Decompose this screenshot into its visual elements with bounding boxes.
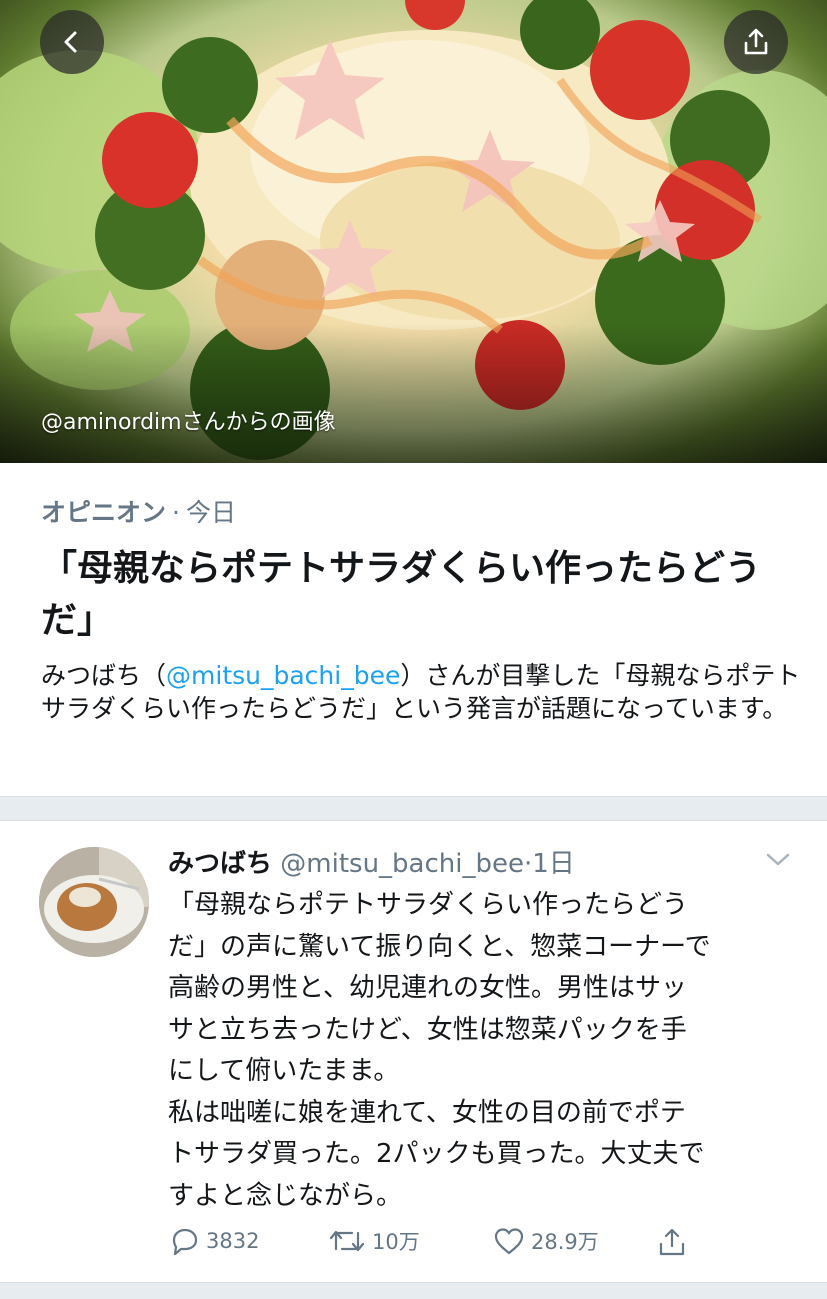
avatar-image	[39, 847, 149, 957]
article-meta: オピニオン · 今日	[41, 493, 236, 529]
image-credit: @aminordimさんからの画像	[41, 410, 336, 435]
reply-button[interactable]: 3832	[168, 1226, 259, 1256]
retweet-count: 10万	[372, 1230, 420, 1254]
tweet-timestamp[interactable]: 1日	[532, 849, 575, 879]
reply-count: 3832	[206, 1229, 260, 1253]
article-hero-image: @aminordimさんからの画像	[0, 0, 827, 463]
article-date: 今日	[185, 498, 236, 527]
tweet-display-name[interactable]: みつばち	[168, 849, 272, 879]
tweet-actions: 3832 10万 28.9万	[168, 1226, 728, 1266]
desc-text-start: みつばち（	[41, 661, 167, 690]
tweet-header: みつばち @mitsu_bachi_bee·1日	[168, 843, 575, 880]
back-button[interactable]	[40, 10, 104, 74]
image-shade	[0, 323, 827, 463]
heart-icon	[494, 1228, 524, 1255]
reply-icon	[172, 1228, 198, 1256]
article-category[interactable]: オピニオン	[41, 498, 166, 527]
moment-article[interactable]: オピニオン · 今日 「母親ならポテトサラダくらい作ったらどうだ」 みつばち（@mi…	[0, 463, 827, 796]
desc-mention-link[interactable]: @mitsu_bachi_bee	[166, 661, 400, 690]
share-icon	[744, 28, 768, 55]
tweet-card[interactable]: みつばち @mitsu_bachi_bee·1日 「母親ならポテトサラダくらい作…	[0, 821, 827, 1298]
meta-separator: ·	[172, 498, 180, 527]
tweet-handle[interactable]: @mitsu_bachi_bee	[280, 849, 524, 879]
bottom-divider	[0, 1282, 827, 1299]
share-button[interactable]	[724, 10, 788, 74]
avatar[interactable]	[39, 847, 149, 957]
tweet-text: 「母親ならポテトサラダくらい作ったらどう だ」の声に驚いて振り向くと、惣菜コーナ…	[168, 890, 711, 1211]
tweet-separator: ·	[523, 849, 533, 879]
chevron-down-icon[interactable]	[764, 849, 792, 869]
like-count: 28.9万	[531, 1230, 599, 1254]
article-headline: 「母親ならポテトサラダくらい作ったらどうだ」	[41, 548, 762, 641]
article-description: みつばち（@mitsu_bachi_bee）さんが目撃した「母親ならポテトサラダ…	[41, 659, 801, 725]
share-icon	[659, 1228, 685, 1256]
retweet-button[interactable]: 10万	[328, 1226, 420, 1256]
section-divider	[0, 796, 827, 821]
chevron-left-icon	[64, 31, 77, 53]
share-tweet-button[interactable]	[656, 1226, 688, 1258]
like-button[interactable]: 28.9万	[493, 1226, 599, 1256]
retweet-icon	[329, 1230, 365, 1252]
